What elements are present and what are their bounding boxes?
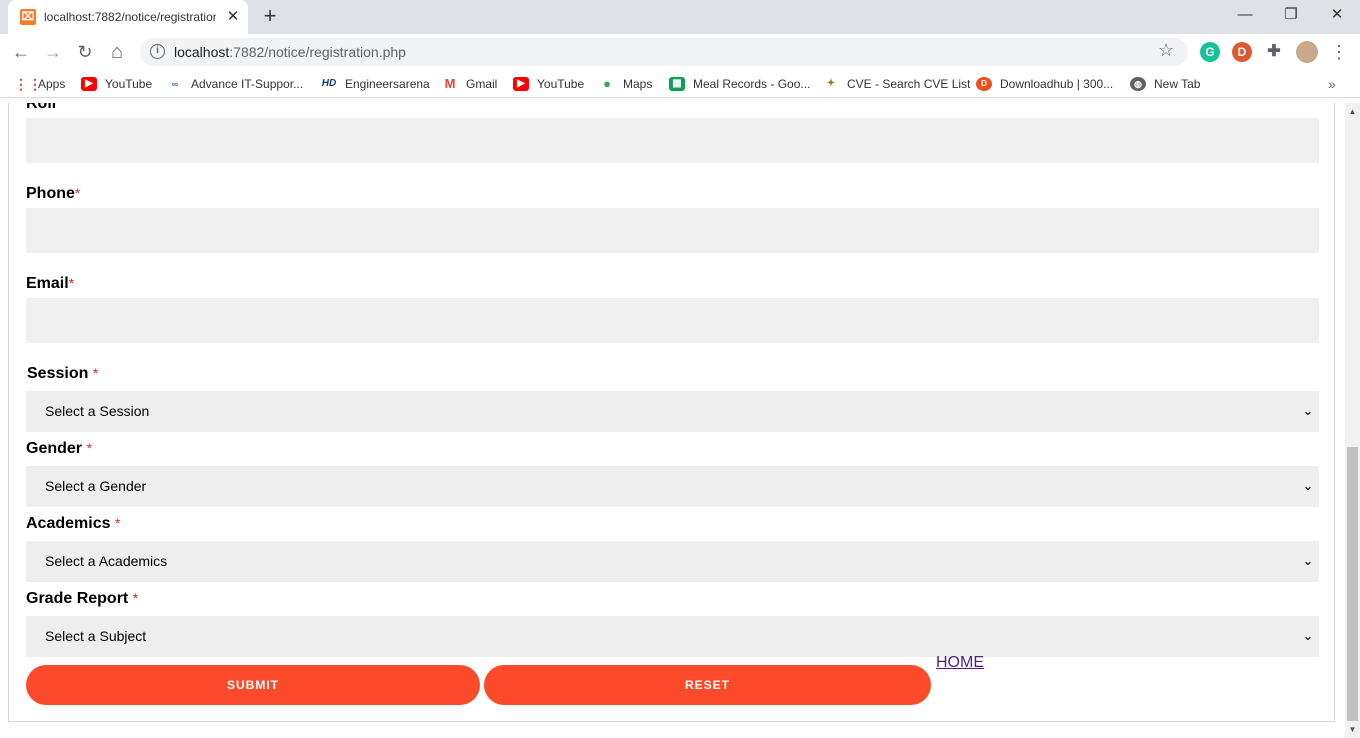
back-icon[interactable]: ← xyxy=(8,39,34,65)
gender-select-value: Select a Gender xyxy=(45,478,147,494)
downloadhub-icon: D xyxy=(976,77,992,91)
home-link[interactable]: HOME xyxy=(936,654,984,672)
bookmark-downloadhub[interactable]: D Downloadhub | 300... xyxy=(976,75,1113,93)
grade-report-select[interactable]: Select a Subject ⌄ xyxy=(26,616,1319,657)
submit-button[interactable]: SUBMIT xyxy=(26,665,480,705)
bookmark-youtube[interactable]: ▶ YouTube xyxy=(81,75,152,93)
bookmark-apps[interactable]: ⋮⋮ Apps xyxy=(14,75,65,93)
minimize-button[interactable]: — xyxy=(1222,0,1268,30)
session-select-value: Select a Session xyxy=(45,403,150,419)
chevron-down-icon: ⌄ xyxy=(1302,403,1314,418)
page-viewport: Roll Phone* Email* Session * Select a Se… xyxy=(0,103,1345,738)
tab-strip: ⌧ localhost:7882/notice/registration.php… xyxy=(0,0,1360,34)
phone-input[interactable] xyxy=(26,208,1319,253)
required-marker: * xyxy=(114,515,121,531)
close-window-button[interactable]: ✕ xyxy=(1314,0,1360,30)
home-icon[interactable]: ⌂ xyxy=(104,39,130,65)
bookmark-meal-records[interactable]: ▦ Meal Records - Goo... xyxy=(669,75,810,93)
bookmark-advance-it[interactable]: ∞ Advance IT-Suppor... xyxy=(167,75,303,93)
email-label: Email* xyxy=(26,275,75,292)
required-marker: * xyxy=(92,365,99,381)
chevron-down-icon: ⌄ xyxy=(1302,553,1314,568)
grade-report-select-value: Select a Subject xyxy=(45,628,147,644)
bookmark-gmail[interactable]: M Gmail xyxy=(442,75,498,93)
chevron-down-icon: ⌄ xyxy=(1302,478,1314,493)
bookmark-maps[interactable]: ● Maps xyxy=(599,75,652,93)
required-marker: * xyxy=(132,590,139,606)
tab-title: localhost:7882/notice/registration.php xyxy=(44,10,216,24)
cve-icon: ✦ xyxy=(826,78,836,89)
email-input[interactable] xyxy=(26,298,1319,343)
chevron-down-icon: ⌄ xyxy=(1302,628,1314,643)
bookmark-youtube-2[interactable]: ▶ YouTube xyxy=(513,75,584,93)
bookmarks-bar: ⋮⋮ Apps ▶ YouTube ∞ Advance IT-Suppor... HD… xyxy=(0,70,1360,98)
academics-select-value: Select a Academics xyxy=(45,553,168,569)
new-tab-button[interactable]: + xyxy=(258,5,282,29)
close-tab-icon[interactable]: ✕ xyxy=(224,8,242,26)
grade-report-label: Grade Report * xyxy=(26,590,139,607)
phone-label: Phone* xyxy=(26,185,81,202)
address-bar[interactable]: i localhost:7882/notice/registration.php… xyxy=(140,38,1188,66)
browser-menu-icon[interactable]: ⋮ xyxy=(1326,39,1352,65)
maps-icon: ● xyxy=(603,76,611,91)
active-tab[interactable]: ⌧ localhost:7882/notice/registration.php… xyxy=(8,0,248,34)
bookmarks-overflow-icon[interactable]: » xyxy=(1328,76,1336,92)
apps-grid-icon: ⋮⋮ xyxy=(14,76,42,92)
academics-select[interactable]: Select a Academics ⌄ xyxy=(26,541,1319,582)
restore-button[interactable]: ❐ xyxy=(1268,0,1314,30)
globe-icon: ◍ xyxy=(1130,77,1146,91)
roll-label: Roll xyxy=(26,103,57,112)
required-marker: * xyxy=(68,275,75,291)
gender-label: Gender * xyxy=(26,440,92,457)
site-info-icon[interactable]: i xyxy=(150,44,165,59)
url-text[interactable]: localhost:7882/notice/registration.php xyxy=(174,44,406,60)
required-marker: * xyxy=(86,440,92,456)
session-label: Session * xyxy=(27,365,99,382)
duckduckgo-icon[interactable]: D xyxy=(1232,42,1252,62)
registration-form: Roll Phone* Email* Session * Select a Se… xyxy=(8,103,1335,722)
sheets-icon: ▦ xyxy=(669,77,685,91)
bookmark-engineersarena[interactable]: HD Engineersarena xyxy=(321,75,430,93)
bookmark-new-tab[interactable]: ◍ New Tab xyxy=(1130,75,1200,93)
browser-toolbar: ← → ↻ ⌂ i localhost:7882/notice/registra… xyxy=(0,34,1360,70)
roll-input[interactable] xyxy=(26,118,1319,163)
extensions-puzzle-icon[interactable]: ✚ xyxy=(1264,42,1284,62)
profile-avatar[interactable] xyxy=(1296,41,1318,63)
reload-icon[interactable]: ↻ xyxy=(72,39,98,65)
hd-icon: HD xyxy=(321,78,337,89)
gender-select[interactable]: Select a Gender ⌄ xyxy=(26,466,1319,507)
session-select[interactable]: Select a Session ⌄ xyxy=(26,391,1319,432)
advance-it-icon: ∞ xyxy=(171,79,179,89)
bookmark-cve[interactable]: ✦ CVE - Search CVE List xyxy=(823,75,971,93)
youtube-icon: ▶ xyxy=(81,77,97,91)
scroll-down-arrow-icon[interactable]: ▼ xyxy=(1345,725,1360,735)
reset-button[interactable]: RESET xyxy=(484,665,931,705)
academics-label: Academics * xyxy=(26,515,121,532)
scroll-up-arrow-icon[interactable]: ▲ xyxy=(1345,107,1360,117)
gmail-icon: M xyxy=(444,76,456,91)
xampp-favicon-icon: ⌧ xyxy=(20,9,36,25)
grammarly-icon[interactable]: G xyxy=(1200,42,1220,62)
page-scrollbar[interactable]: ▲ ▼ xyxy=(1345,103,1360,738)
forward-icon[interactable]: → xyxy=(40,39,66,65)
bookmark-star-icon[interactable]: ☆ xyxy=(1158,40,1174,61)
scrollbar-thumb[interactable] xyxy=(1347,447,1358,721)
youtube-icon: ▶ xyxy=(513,77,529,91)
required-marker: * xyxy=(74,185,81,201)
